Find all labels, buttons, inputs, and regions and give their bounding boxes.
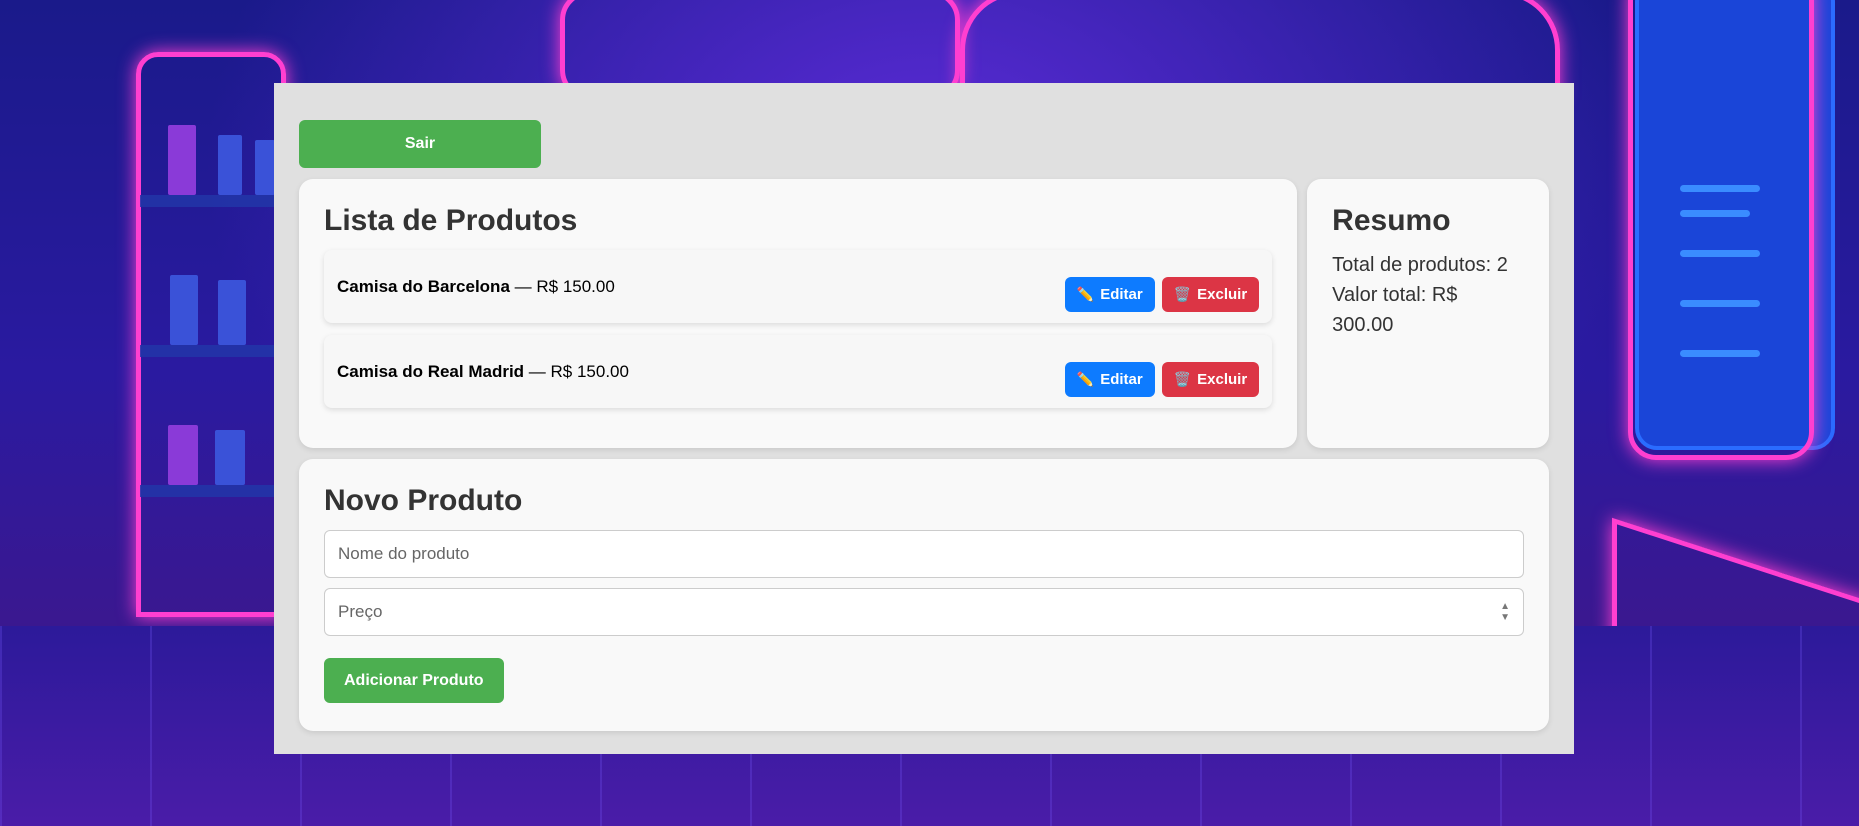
delete-button[interactable]: 🗑️ Excluir [1161, 362, 1260, 397]
stepper-down-icon[interactable]: ▼ [1500, 612, 1510, 623]
bg-neon-frame [1628, 0, 1814, 460]
summary-title: Resumo [1332, 204, 1451, 237]
logout-button[interactable]: Sair [299, 120, 541, 168]
delete-button[interactable]: 🗑️ Excluir [1161, 277, 1260, 312]
list-item: Camisa do Barcelona — R$ 150.00 ✏️ Edita… [324, 250, 1273, 323]
add-product-button[interactable]: Adicionar Produto [324, 658, 504, 703]
product-list-card: Lista de Produtos Camisa do Barcelona — … [299, 179, 1298, 448]
product-price: — R$ 150.00 [514, 277, 615, 296]
product-name: Camisa do Real Madrid [337, 362, 525, 381]
pencil-icon: ✏️ [1076, 371, 1095, 387]
total-value-text: Valor total: R$ 300.00 [1332, 284, 1458, 336]
trash-icon: 🗑️ [1173, 371, 1192, 387]
delete-label: Excluir [1197, 286, 1248, 303]
product-name-field [324, 530, 1524, 578]
product-name-input[interactable] [338, 544, 1510, 564]
trash-icon: 🗑️ [1173, 286, 1192, 302]
product-price-input[interactable] [338, 602, 1501, 622]
edit-button[interactable]: ✏️ Editar [1064, 362, 1155, 397]
list-item: Camisa do Real Madrid — R$ 150.00 ✏️ Edi… [324, 335, 1273, 408]
new-product-card: Novo Produto ▲ ▼ Adicionar Produto [299, 459, 1549, 731]
product-name: Camisa do Barcelona [337, 277, 510, 296]
new-product-title: Novo Produto [324, 484, 523, 517]
bg-neon-frame [136, 52, 286, 617]
edit-label: Editar [1100, 286, 1143, 303]
product-list-title: Lista de Produtos [324, 204, 578, 237]
stepper-up-icon[interactable]: ▲ [1500, 601, 1510, 612]
product-price: — R$ 150.00 [528, 362, 629, 381]
edit-label: Editar [1100, 371, 1143, 388]
summary-card: Resumo Total de produtos: 2 Valor total:… [1307, 179, 1549, 448]
number-stepper[interactable]: ▲ ▼ [1500, 601, 1510, 623]
total-products-text: Total de produtos: 2 [1332, 254, 1508, 276]
app-container: Sair Lista de Produtos Camisa do Barcelo… [274, 83, 1574, 754]
edit-button[interactable]: ✏️ Editar [1064, 277, 1155, 312]
pencil-icon: ✏️ [1076, 286, 1095, 302]
delete-label: Excluir [1197, 371, 1248, 388]
product-info: Camisa do Real Madrid — R$ 150.00 [337, 335, 629, 382]
product-price-field: ▲ ▼ [324, 588, 1524, 636]
product-info: Camisa do Barcelona — R$ 150.00 [337, 250, 615, 297]
